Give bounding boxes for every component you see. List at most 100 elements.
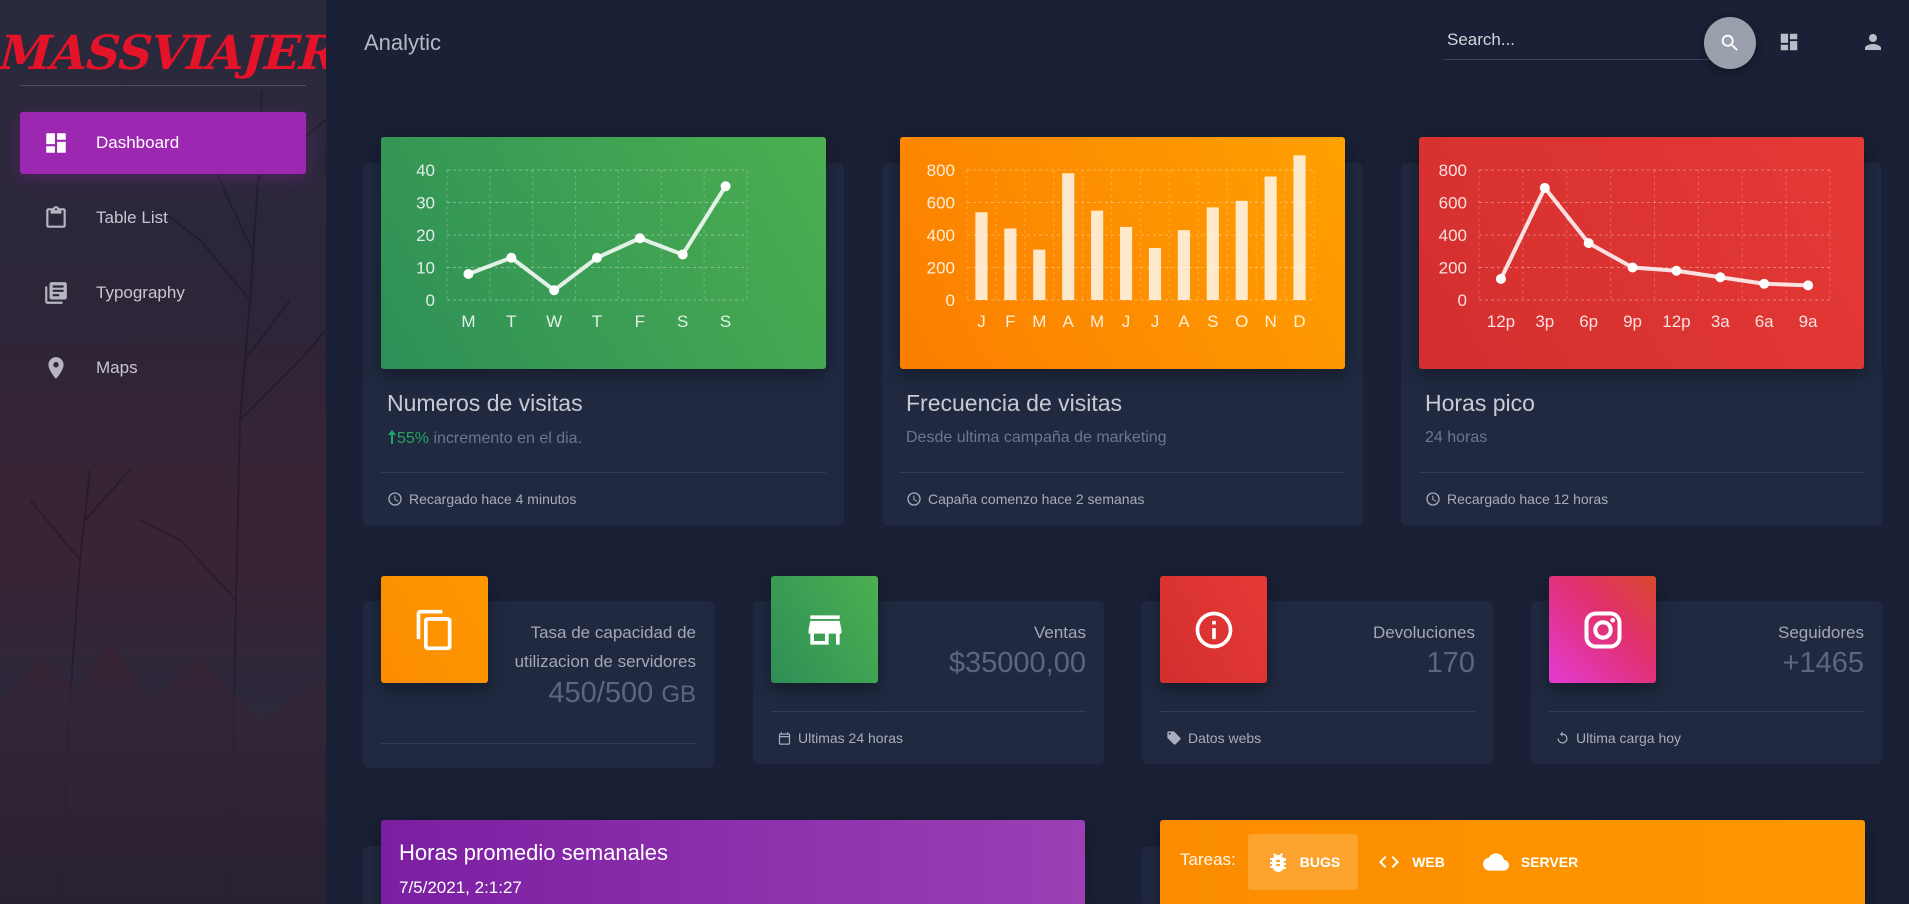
increase-value: 55% <box>397 430 430 447</box>
store-icon <box>771 576 878 683</box>
series-line <box>467 185 728 293</box>
tab-label: BUGS <box>1299 854 1341 870</box>
card-footer: Capaña comenzo hace 2 semanas <box>906 491 1144 507</box>
x-tick-label: 12p <box>1487 312 1515 331</box>
library-books-icon <box>42 279 70 307</box>
stat-value: 170 <box>1426 647 1475 679</box>
card-footer: Recargado hace 4 minutos <box>387 491 576 507</box>
sidebar-item-typography[interactable]: Typography <box>20 262 306 324</box>
card-footer-text: Recargado hace 12 horas <box>1447 491 1609 507</box>
x-tick-label: J <box>977 312 986 331</box>
bar <box>1004 228 1017 300</box>
data-point <box>1759 278 1770 289</box>
x-tick-label: 12p <box>1662 312 1690 331</box>
chart-card-peak-hours: 0 200 400 600 800 12p 3p 6p 9p 12p 3a 6a 9a Horas pi… <box>1401 137 1882 526</box>
sidebar-item-table-list[interactable]: Table List <box>20 187 306 249</box>
x-tick-label: S <box>720 312 731 331</box>
dashboard-icon <box>42 129 70 157</box>
dashboard-icon[interactable] <box>1778 31 1800 53</box>
x-tick-label: 6a <box>1755 312 1774 331</box>
sidebar: MASSVIAJEROS Dashboard Table List Typogr… <box>0 0 326 904</box>
card-divider <box>1160 711 1475 712</box>
search-button[interactable] <box>1704 17 1756 69</box>
x-tick-label: T <box>592 312 602 331</box>
data-point <box>463 269 474 279</box>
bar <box>1033 249 1046 300</box>
data-point <box>1715 272 1726 283</box>
x-tick-label: N <box>1264 312 1276 331</box>
card-footer: Ultima carga hoy <box>1555 730 1681 746</box>
search-input[interactable] <box>1443 24 1703 56</box>
bar <box>1062 173 1075 300</box>
y-tick-label: 30 <box>416 194 435 213</box>
hours-card-title: Horas promedio semanales <box>399 840 669 865</box>
person-icon[interactable] <box>1861 30 1885 54</box>
card-subtitle-text: incremento en el dia. <box>429 430 583 447</box>
tab-label: WEB <box>1412 854 1445 870</box>
bar <box>1206 207 1219 300</box>
x-tick-label: W <box>546 312 562 331</box>
data-point <box>634 233 645 244</box>
sidebar-item-label: Maps <box>96 358 138 377</box>
y-tick-label: 0 <box>426 291 435 310</box>
sidebar-item-label: Dashboard <box>96 133 180 152</box>
search-field <box>1443 24 1713 60</box>
y-tick-label: 800 <box>927 161 955 180</box>
bar <box>1119 226 1133 300</box>
card-footer-text: Capaña comenzo hace 2 semanas <box>928 491 1145 507</box>
tab-web[interactable]: WEB <box>1358 834 1463 890</box>
data-point <box>1583 238 1594 249</box>
hours-card-header: Horas promedio semanales 7/5/2021, 2:1:2… <box>381 820 1085 904</box>
increase-indicator: 55% <box>387 430 429 447</box>
y-tick-label: 0 <box>1458 291 1467 310</box>
x-tick-label: M <box>461 312 475 331</box>
card-footer: Recargado hace 12 horas <box>1425 491 1608 507</box>
x-tick-label: 9p <box>1623 312 1642 331</box>
clock-icon <box>1426 492 1440 506</box>
brand-logo[interactable]: MASSVIAJEROS <box>0 14 326 81</box>
arrow-up-icon <box>388 430 396 444</box>
x-tick-label: M <box>1032 312 1046 331</box>
search-icon <box>1721 34 1738 51</box>
y-tick-label: 800 <box>1439 161 1467 180</box>
y-tick-label: 0 <box>946 291 955 310</box>
tab-server[interactable]: SERVER <box>1463 834 1596 890</box>
tasks-card-header: Tareas: BUGS WEB SERVER <box>1160 820 1865 904</box>
bar <box>1293 155 1306 300</box>
card-divider <box>900 472 1345 473</box>
bar <box>1264 176 1277 300</box>
x-tick-label: A <box>1063 312 1075 331</box>
sidebar-item-dashboard[interactable]: Dashboard <box>20 112 306 174</box>
calendar-icon <box>778 731 791 745</box>
y-tick-label: 200 <box>927 259 955 278</box>
sidebar-item-maps[interactable]: Maps <box>20 337 306 399</box>
data-point <box>1803 280 1814 291</box>
x-tick-label: J <box>1151 312 1160 331</box>
stat-value-unit: GB <box>661 681 696 708</box>
stat-value: 450/500 GB <box>548 677 696 710</box>
stat-card-sales: Ventas $35000,00 Ultimas 24 horas <box>753 576 1104 764</box>
brand-name: MASSVIAJEROS <box>0 26 326 81</box>
card-divider <box>381 743 696 744</box>
card-subtitle: 55% incremento en el dia. <box>387 429 582 448</box>
page-title: Analytic <box>364 30 442 55</box>
x-tick-label: 6p <box>1579 312 1598 331</box>
bar <box>1177 230 1190 300</box>
data-point <box>1539 182 1550 193</box>
location-pin-icon <box>42 354 70 382</box>
bar <box>1235 200 1248 300</box>
stat-card-returns: Devoluciones 170 Datos webs <box>1142 576 1493 764</box>
card-footer: Datos webs <box>1166 730 1261 746</box>
x-tick-label: S <box>1207 312 1218 331</box>
data-point <box>1671 265 1682 276</box>
x-tick-label: 3p <box>1535 312 1554 331</box>
y-tick-label: 400 <box>1439 226 1467 245</box>
card-title: Horas pico <box>1425 390 1535 416</box>
visits-line-chart: 0 10 20 30 40 M T W T F S S <box>416 161 748 331</box>
card-divider <box>1419 472 1864 473</box>
stat-card-server-capacity: Tasa de capacidad de utilizacion de serv… <box>363 576 714 768</box>
bar <box>975 212 988 300</box>
data-point <box>1627 262 1638 273</box>
bug-icon <box>1269 853 1286 872</box>
tab-bugs[interactable]: BUGS <box>1247 834 1359 890</box>
